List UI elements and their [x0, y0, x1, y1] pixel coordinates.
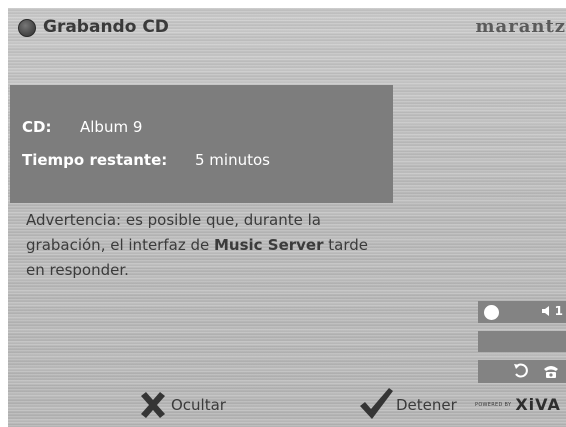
service-button[interactable] — [478, 360, 566, 383]
header-bar: Grabando CD marantz — [8, 8, 566, 40]
brand-logo: marantz — [475, 16, 566, 37]
warning-message: Advertencia: es posible que, durante la … — [26, 208, 376, 283]
volume-level: 1 — [554, 304, 563, 318]
cd-label-text: CD: — [22, 118, 52, 136]
time-label-text: Tiempo restante: — [22, 151, 168, 169]
hide-label: Ocultar — [171, 396, 226, 414]
recording-indicator-icon — [18, 19, 36, 37]
xiva-logo: XiVA — [515, 395, 561, 414]
record-dot-icon — [484, 305, 499, 320]
cd-info-panel: CD: Album 9 Tiempo restante: 5 minutos — [10, 85, 393, 203]
recording-screen: Grabando CD marantz CD: Album 9 Tiempo r… — [8, 8, 566, 427]
powered-by-logo: POWERED BY XiVA — [475, 395, 561, 414]
time-remaining-value: 5 minutos — [195, 151, 270, 169]
stop-label: Detener — [396, 396, 457, 414]
hide-button[interactable]: Ocultar — [138, 390, 226, 420]
cd-value: Album 9 — [80, 118, 143, 136]
x-icon — [141, 392, 165, 418]
cd-label: CD: — [22, 118, 51, 136]
playback-volume-button[interactable]: 1 — [478, 301, 566, 323]
bottom-bar: Ocultar Detener POWERED BY XiVA — [8, 384, 566, 427]
checkmark-icon — [360, 388, 393, 419]
blank-side-button[interactable] — [478, 331, 566, 352]
page-title: Grabando CD — [43, 17, 169, 37]
powered-by-text: POWERED BY — [475, 401, 512, 408]
telephone-icon — [544, 366, 558, 378]
time-label: Tiempo restante: — [22, 151, 167, 169]
warning-text-bold: Music Server — [213, 236, 324, 254]
volume-indicator: 1 — [541, 304, 563, 318]
speaker-icon — [541, 306, 549, 316]
return-arrow-icon — [514, 363, 528, 378]
stop-button[interactable]: Detener — [358, 386, 457, 420]
service-icons — [512, 362, 560, 380]
